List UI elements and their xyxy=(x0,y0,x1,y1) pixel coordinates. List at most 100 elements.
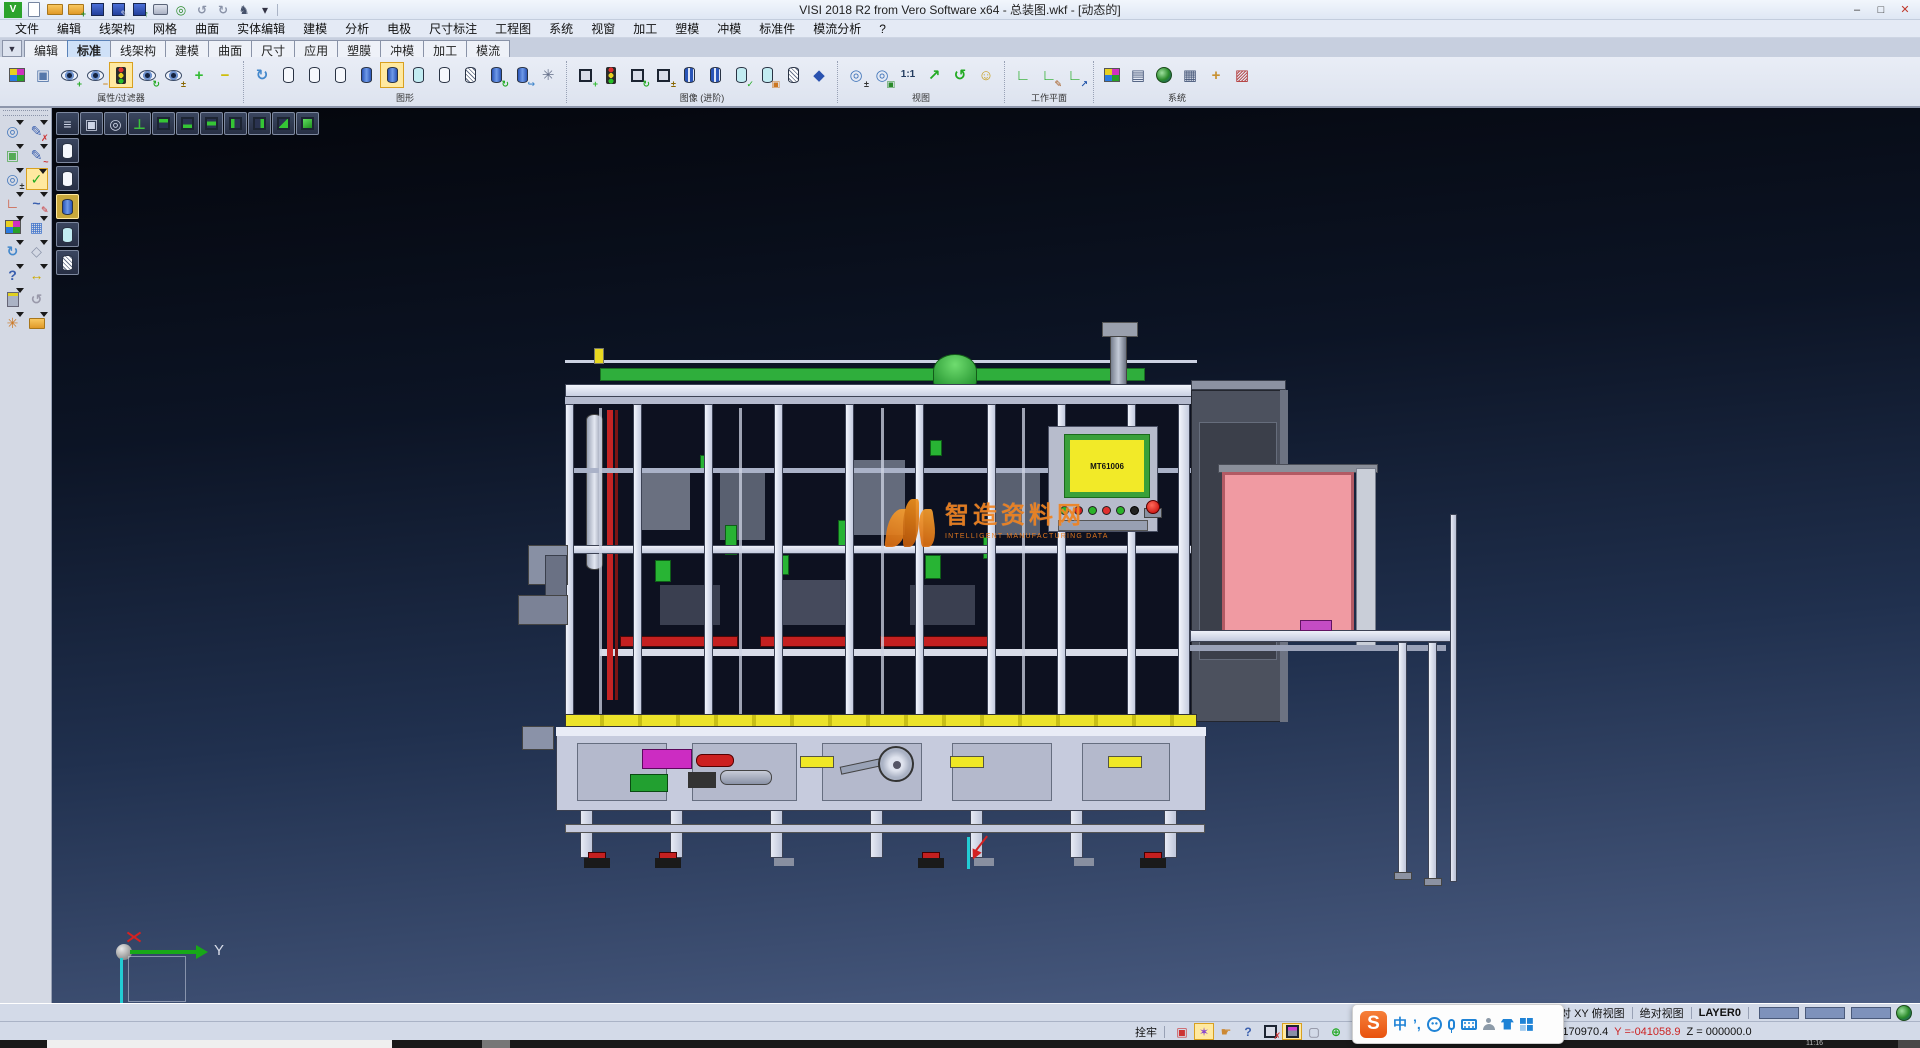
shaded-edges-shade-icon[interactable] xyxy=(56,222,79,247)
hatched-cylinder-icon[interactable] xyxy=(458,62,482,88)
regen-graphics-icon[interactable]: ↻ xyxy=(250,62,274,88)
view-bottom-cube-icon[interactable] xyxy=(176,112,199,135)
viewport-3d-canvas[interactable]: ≡▣◎⊥ xyxy=(52,108,1920,1003)
save-copy-icon[interactable]: ↑ xyxy=(130,2,148,18)
open-document-icon[interactable] xyxy=(46,2,64,18)
color-swatch[interactable] xyxy=(1851,1007,1891,1019)
taskbar-segment[interactable] xyxy=(1898,1040,1920,1048)
transparent-cylinder-icon[interactable] xyxy=(406,62,430,88)
hide-all-icon[interactable]: − xyxy=(213,62,237,88)
menu-system[interactable]: 系统 xyxy=(540,19,582,38)
dashed-cylinder-icon[interactable] xyxy=(328,62,352,88)
grid-window-icon[interactable]: ▦ xyxy=(26,216,48,238)
settings-window-icon[interactable]: ▤ xyxy=(1126,62,1150,88)
touch-select-icon[interactable]: ☛ xyxy=(1216,1023,1236,1040)
macro-icon[interactable]: ♞ xyxy=(235,2,253,18)
menu-mould[interactable]: 塑模 xyxy=(666,19,708,38)
render-settings-icon[interactable]: ✳ xyxy=(536,62,560,88)
add-render-cubes-icon[interactable]: + xyxy=(573,62,597,88)
point-to-point-icon[interactable]: ↗ xyxy=(922,62,946,88)
menu-mesh[interactable]: 网格 xyxy=(144,19,186,38)
edit-curve-icon[interactable]: ✎~ xyxy=(26,144,48,166)
menu-flow-analysis[interactable]: 模流分析 xyxy=(804,19,870,38)
attributes-layers-icon[interactable] xyxy=(2,216,24,238)
minimize-button[interactable]: – xyxy=(1846,2,1868,17)
print-icon[interactable] xyxy=(151,2,169,18)
regenerate-icon[interactable]: ↻ xyxy=(2,240,24,262)
taskbar-app-segment[interactable] xyxy=(47,1040,392,1048)
open-image-icon[interactable] xyxy=(26,312,48,334)
tab-standard[interactable]: 标准 xyxy=(67,40,111,57)
wireframe-shade-icon[interactable] xyxy=(56,138,79,163)
window-mode-icon[interactable]: ▢ xyxy=(1304,1023,1324,1040)
tab-edit[interactable]: 编辑 xyxy=(24,40,68,57)
maximize-button[interactable]: □ xyxy=(1870,2,1892,17)
tab-wireframe[interactable]: 线架构 xyxy=(110,40,166,57)
zoom-dynamic-icon[interactable]: ◎ xyxy=(2,120,24,142)
rotate-view-icon[interactable]: ↺ xyxy=(948,62,972,88)
undo-icon[interactable]: ↺ xyxy=(193,2,211,18)
wireframe-cylinder-icon[interactable] xyxy=(276,62,300,88)
workplane-axes-icon[interactable]: ∟ xyxy=(2,192,24,214)
ime-toolbox-icon[interactable] xyxy=(1520,1018,1533,1031)
sidebar-grip[interactable] xyxy=(3,110,48,116)
viewport-menu-icon[interactable]: ≡ xyxy=(56,112,79,135)
profiles-window-icon[interactable]: ▦ xyxy=(1178,62,1202,88)
ime-language-icon[interactable]: 中 xyxy=(1393,1014,1407,1034)
lock-toggle[interactable]: 拴牢 xyxy=(1135,1024,1157,1040)
refresh-render-cubes-icon[interactable]: ↻ xyxy=(625,62,649,88)
ime-emoji-icon[interactable] xyxy=(1427,1017,1442,1032)
taskbar-segment[interactable] xyxy=(482,1040,510,1048)
zoom-window-icon[interactable]: ▣ xyxy=(2,144,24,166)
confirm-icon[interactable]: ✓ xyxy=(26,168,48,190)
workplane-create-icon[interactable]: ∟ xyxy=(1011,62,1035,88)
color-swatch[interactable] xyxy=(1805,1007,1845,1019)
insert-model-icon[interactable]: + xyxy=(67,2,85,18)
tab-modeling[interactable]: 建模 xyxy=(165,40,209,57)
hidden-line-shade-icon[interactable] xyxy=(56,166,79,191)
grid-plane-icon[interactable]: ▨ xyxy=(1230,62,1254,88)
ime-punctuation-icon[interactable]: ’, xyxy=(1413,1016,1421,1032)
dynamic-mode-icon[interactable] xyxy=(1282,1023,1302,1040)
hide-dynamic-icon[interactable]: ✗ xyxy=(1260,1023,1280,1040)
view-axes-icon[interactable]: ⊥ xyxy=(128,112,151,135)
section-cylinder-alt-icon[interactable] xyxy=(703,62,727,88)
delete-trash-icon[interactable] xyxy=(2,288,24,310)
flat-cylinder-icon[interactable] xyxy=(432,62,456,88)
new-document-icon[interactable] xyxy=(25,2,43,18)
undo-grey-icon[interactable]: ↺ xyxy=(26,288,48,310)
zoom-dynamic-view-icon[interactable]: ◎ xyxy=(104,112,127,135)
tab-machining[interactable]: 加工 xyxy=(423,40,467,57)
shaded-cube-icon[interactable]: ◇ xyxy=(26,240,48,262)
shaded-shade-icon[interactable] xyxy=(56,194,79,219)
color-swatch[interactable] xyxy=(1759,1007,1799,1019)
help-icon[interactable]: ? xyxy=(2,264,24,286)
view-iso-cube-icon[interactable] xyxy=(296,112,319,135)
hidden-line-cylinder-icon[interactable] xyxy=(302,62,326,88)
ime-keyboard-icon[interactable] xyxy=(1461,1019,1477,1030)
view-top-cube-icon[interactable] xyxy=(152,112,175,135)
screen-refresh-icon[interactable]: ▣ xyxy=(1172,1023,1192,1040)
save-icon[interactable] xyxy=(88,2,106,18)
toggle-visibility-icon[interactable]: ± xyxy=(161,62,185,88)
tab-dimension[interactable]: 尺寸 xyxy=(251,40,295,57)
view-front-cube-icon[interactable] xyxy=(200,112,223,135)
redo-icon[interactable]: ↻ xyxy=(214,2,232,18)
erase-sketch-icon[interactable]: ✎✗ xyxy=(26,120,48,142)
close-button[interactable]: ✕ xyxy=(1894,2,1916,17)
menu-help[interactable]: ? xyxy=(870,21,895,37)
tab-surface[interactable]: 曲面 xyxy=(208,40,252,57)
view-back-cube-icon[interactable] xyxy=(224,112,247,135)
validate-cylinder-icon[interactable]: ✓ xyxy=(729,62,753,88)
ime-skin-icon[interactable] xyxy=(1501,1019,1514,1030)
filter-traffic-light-icon[interactable] xyxy=(109,62,133,88)
filter-render-cubes-icon[interactable] xyxy=(599,62,623,88)
system-globe-icon[interactable] xyxy=(1894,1005,1914,1021)
layer-field[interactable]: LAYER0 xyxy=(1699,1007,1741,1019)
zoom-limits-icon[interactable]: ◎± xyxy=(844,62,868,88)
recycle-cylinder-icon[interactable]: ↻ xyxy=(484,62,508,88)
copy-attributes-icon[interactable]: ▣ xyxy=(31,62,55,88)
menu-machining[interactable]: 加工 xyxy=(624,19,666,38)
tab-application[interactable]: 应用 xyxy=(294,40,338,57)
section-cylinder-icon[interactable] xyxy=(677,62,701,88)
